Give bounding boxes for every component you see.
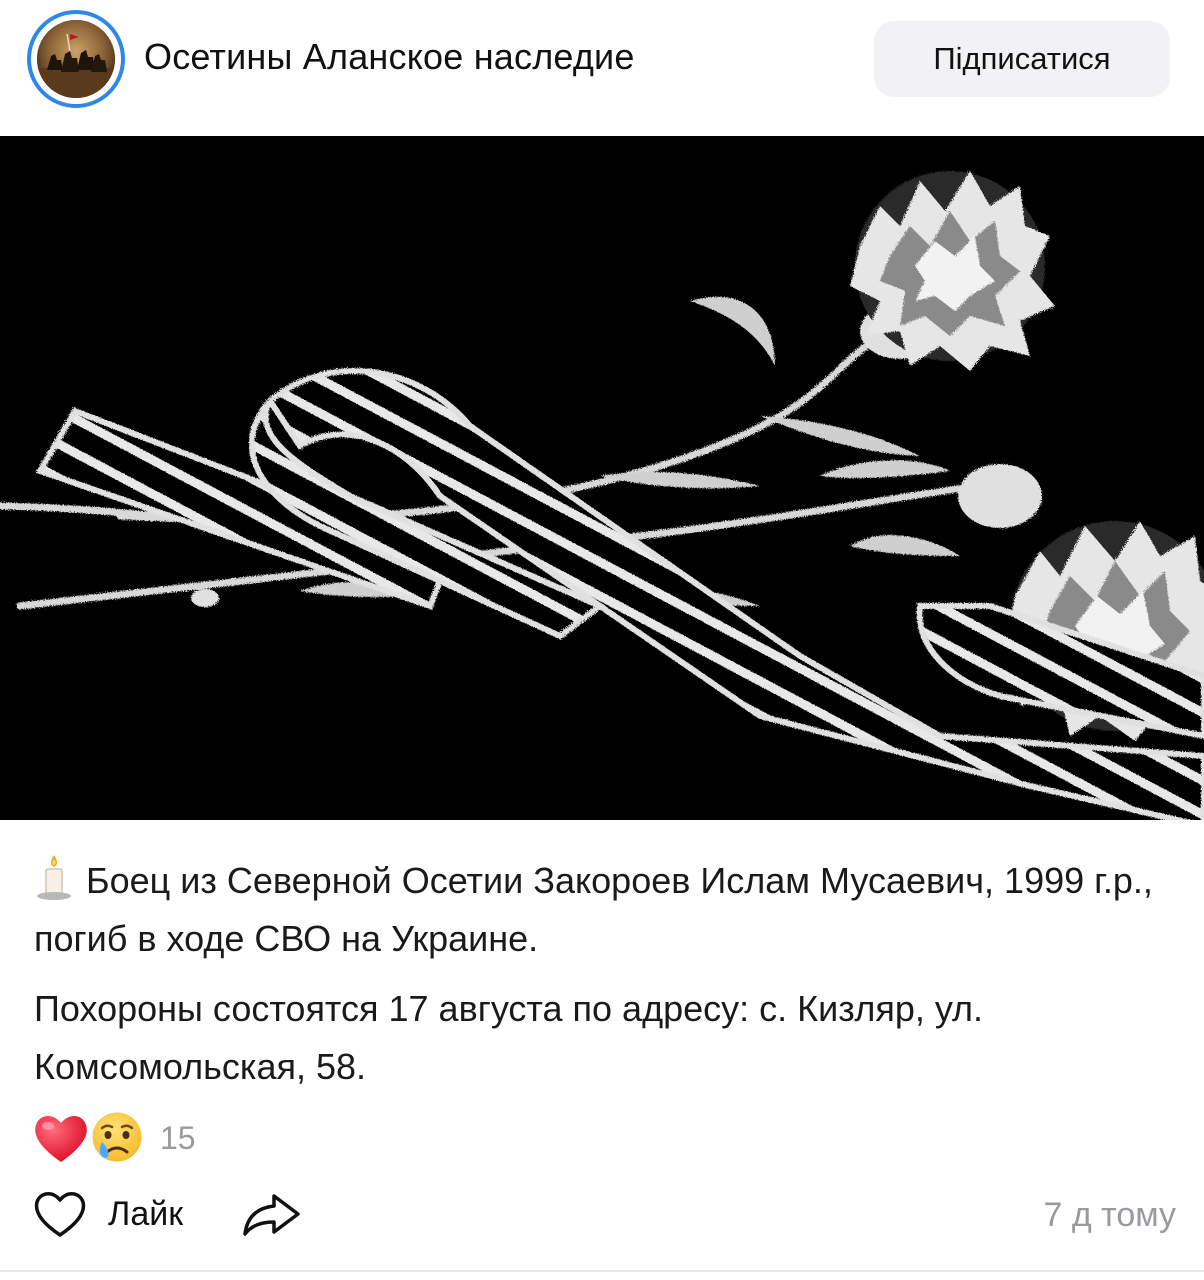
carnations-and-ribbon-image — [0, 136, 1204, 820]
post-header: Осетины Аланское наследие Підписатися — [0, 0, 1204, 136]
crying-face-emoji-icon — [89, 1109, 145, 1165]
group-avatar[interactable] — [27, 10, 125, 108]
post-timestamp: 7 д тому — [1043, 1196, 1177, 1234]
post-paragraph-2: Похороны состоятся 17 августа по адресу:… — [34, 988, 984, 1087]
subscribe-button[interactable]: Підписатися — [874, 21, 1170, 97]
group-name[interactable]: Осетины Аланское наследие — [144, 36, 635, 78]
divider — [0, 1270, 1204, 1272]
candle-icon — [34, 853, 74, 901]
reaction-count: 15 — [160, 1120, 196, 1156]
like-label: Лайк — [108, 1194, 184, 1233]
post-image[interactable] — [0, 136, 1204, 820]
share-button[interactable] — [240, 1186, 304, 1242]
avatar-image — [37, 20, 115, 98]
post-paragraph-1: Боец из Северной Осетии Закороев Ислам М… — [34, 852, 1174, 968]
post-paragraph-1-text: Боец из Северной Осетии Закороев Ислам М… — [34, 860, 1153, 959]
heart-emoji-icon — [35, 1116, 87, 1162]
heart-outline-icon — [34, 1192, 86, 1237]
like-button[interactable]: Лайк — [32, 1186, 183, 1242]
post-card: Осетины Аланское наследие Підписатися Бо… — [0, 0, 1204, 1280]
share-icon — [243, 1194, 300, 1236]
post-text: Боец из Северной Осетии Закороев Ислам М… — [34, 852, 1174, 1096]
